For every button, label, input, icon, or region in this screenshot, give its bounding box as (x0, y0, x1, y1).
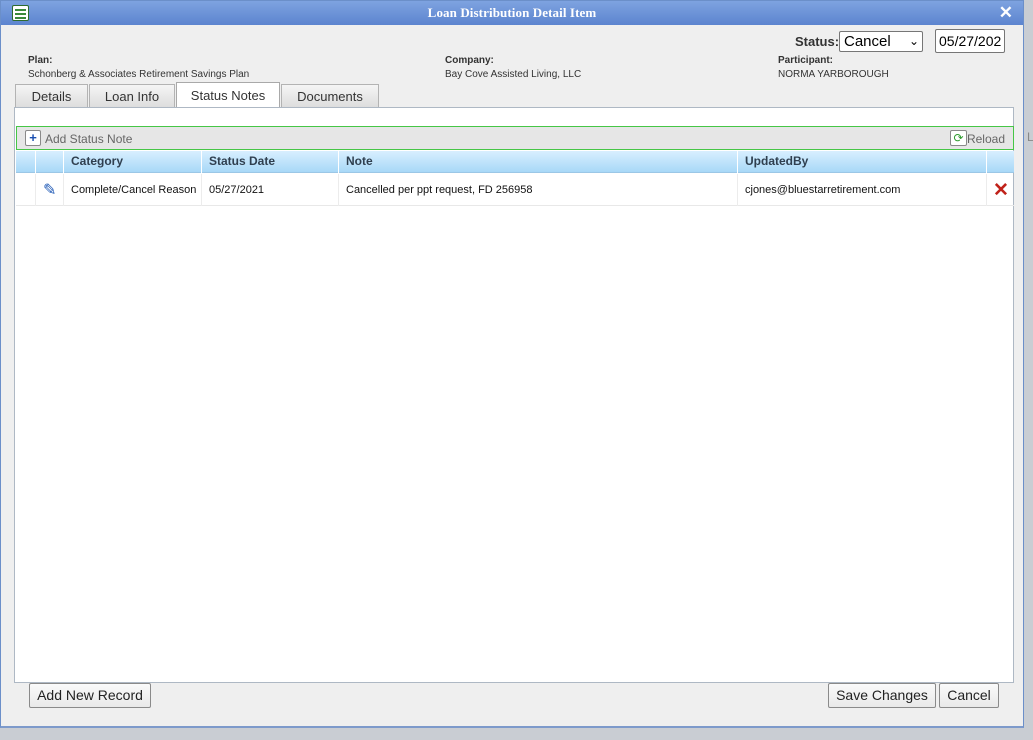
add-status-note-button[interactable]: Add Status Note (45, 132, 132, 146)
plan-value: Schonberg & Associates Retirement Saving… (28, 69, 250, 80)
grid-toolbar: + Add Status Note ⟳ Reload (16, 126, 1014, 150)
plan-label: Plan: (28, 55, 53, 66)
refresh-icon[interactable]: ⟳ (950, 130, 967, 146)
row-delete-cell: ✕ (987, 174, 1014, 206)
status-label: Status: (795, 34, 840, 49)
tab-loan-info[interactable]: Loan Info (89, 84, 175, 108)
note-cell: Cancelled per ppt request, FD 256958 (339, 174, 738, 206)
tab-documents[interactable]: Documents (281, 84, 379, 108)
company-value: Bay Cove Assisted Living, LLC (445, 69, 582, 80)
background-edge-text: L (1027, 130, 1033, 144)
close-icon[interactable]: ✕ (999, 4, 1013, 22)
column-header-category[interactable]: Category (64, 151, 202, 173)
status-select-value: Cancel (844, 33, 891, 50)
status-date-input[interactable]: 05/27/202 (935, 29, 1005, 53)
grid-header-spacer (16, 151, 36, 173)
save-changes-button[interactable]: Save Changes (828, 683, 936, 708)
participant-value: NORMA YARBOROUGH (778, 69, 889, 80)
add-new-record-button[interactable]: Add New Record (29, 683, 151, 708)
table-row[interactable]: ✎ Complete/Cancel Reason 05/27/2021 Canc… (16, 174, 1014, 206)
plus-icon[interactable]: + (25, 130, 41, 146)
reload-button[interactable]: Reload (967, 132, 1005, 146)
window-title: Loan Distribution Detail Item (427, 5, 597, 20)
grid-header-delete (987, 151, 1014, 173)
cancel-button[interactable]: Cancel (939, 683, 999, 708)
participant-label: Participant: (778, 55, 834, 66)
updated-by-cell: cjones@bluestarretirement.com (738, 174, 987, 206)
category-cell: Complete/Cancel Reason (64, 174, 202, 206)
status-date-cell: 05/27/2021 (202, 174, 339, 206)
tab-details[interactable]: Details (15, 84, 88, 108)
company-label: Company: (445, 55, 494, 66)
tab-status-notes[interactable]: Status Notes (176, 82, 280, 107)
column-header-updated-by[interactable]: UpdatedBy (738, 151, 987, 173)
status-select[interactable]: Cancel ⌄ (839, 31, 923, 52)
row-spacer-cell (16, 174, 36, 206)
status-notes-panel: + Add Status Note ⟳ Reload Category Stat… (14, 107, 1014, 683)
chevron-down-icon: ⌄ (908, 34, 919, 48)
column-header-note[interactable]: Note (339, 151, 738, 173)
pencil-icon[interactable]: ✎ (43, 180, 56, 200)
grid-header: Category Status Date Note UpdatedBy (16, 151, 1014, 173)
grid-header-edit (36, 151, 64, 173)
row-edit-cell: ✎ (36, 174, 64, 206)
column-header-status-date[interactable]: Status Date (202, 151, 339, 173)
dialog-window: Loan Distribution Detail Item ✕ Plan: Sc… (0, 0, 1024, 728)
title-bar[interactable]: Loan Distribution Detail Item ✕ (1, 1, 1023, 25)
delete-icon[interactable]: ✕ (993, 179, 1009, 202)
